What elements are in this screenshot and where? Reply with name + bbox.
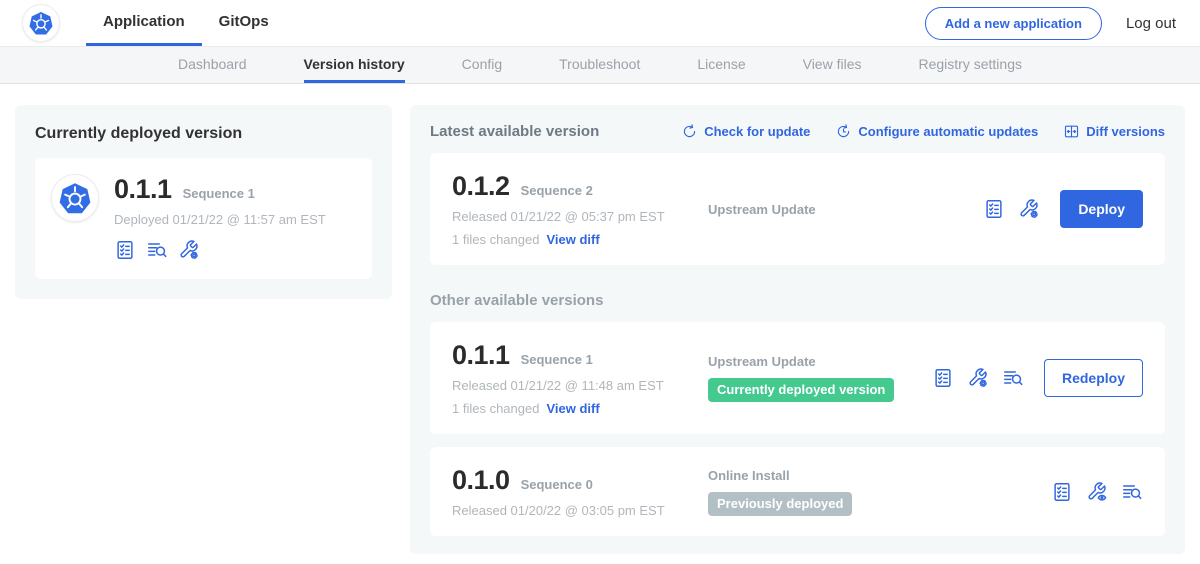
redeploy-button[interactable]: Redeploy	[1044, 359, 1143, 397]
tab-license[interactable]: License	[697, 47, 745, 83]
deployed-sequence-label: Sequence 1	[183, 186, 255, 201]
released-date: Released 01/20/22 @ 03:05 pm EST	[452, 503, 708, 518]
version-number: 0.1.2	[452, 171, 510, 202]
diff-versions-label: Diff versions	[1086, 124, 1165, 139]
currently-deployed-panel: Currently deployed version 0.1.1 Sequenc…	[15, 105, 392, 299]
check-for-update-label: Check for update	[704, 124, 810, 139]
version-card-0-1-0: 0.1.0 Sequence 0 Released 01/20/22 @ 03:…	[430, 447, 1165, 536]
edit-config-icon[interactable]	[1018, 198, 1040, 220]
sequence-label: Sequence 2	[521, 183, 593, 198]
deployed-date: Deployed 01/21/22 @ 11:57 am EST	[114, 212, 326, 227]
preflight-checks-icon[interactable]	[983, 198, 1005, 220]
diff-versions-link[interactable]: Diff versions	[1063, 123, 1165, 140]
version-source-label: Upstream Update	[708, 202, 983, 217]
app-logo	[51, 174, 99, 222]
currently-deployed-badge: Currently deployed version	[708, 378, 894, 402]
configure-automatic-updates-link[interactable]: Configure automatic updates	[835, 123, 1038, 140]
deploy-button[interactable]: Deploy	[1060, 190, 1143, 228]
top-navbar: Application GitOps Add a new application…	[0, 0, 1200, 47]
tab-dashboard[interactable]: Dashboard	[178, 47, 247, 83]
deployed-panel-title: Currently deployed version	[35, 125, 372, 143]
tab-version-history[interactable]: Version history	[304, 47, 405, 83]
view-diff-link[interactable]: View diff	[546, 232, 599, 247]
files-changed-label: 1 files changed	[452, 401, 539, 416]
released-date: Released 01/21/22 @ 05:37 pm EST	[452, 209, 708, 224]
preflight-checks-icon[interactable]	[932, 367, 954, 389]
auto-update-icon	[835, 123, 852, 140]
deployed-version-number: 0.1.1	[114, 174, 172, 205]
version-number: 0.1.1	[452, 340, 510, 371]
deploy-logs-icon[interactable]	[1121, 481, 1143, 503]
view-config-icon[interactable]	[1086, 481, 1108, 503]
configure-automatic-updates-label: Configure automatic updates	[858, 124, 1038, 139]
edit-config-icon[interactable]	[178, 239, 200, 261]
previously-deployed-badge: Previously deployed	[708, 492, 852, 516]
files-changed-label: 1 files changed	[452, 232, 539, 247]
diff-icon	[1063, 123, 1080, 140]
version-number: 0.1.0	[452, 465, 510, 496]
version-card-0-1-2: 0.1.2 Sequence 2 Released 01/21/22 @ 05:…	[430, 153, 1165, 265]
tab-view-files[interactable]: View files	[803, 47, 862, 83]
kubernetes-logo	[22, 4, 60, 42]
tab-registry-settings[interactable]: Registry settings	[919, 47, 1022, 83]
view-diff-link[interactable]: View diff	[546, 401, 599, 416]
logout-button[interactable]: Log out	[1126, 15, 1176, 32]
version-history-panel: Latest available version Check for updat…	[410, 105, 1185, 554]
deploy-logs-icon[interactable]	[1002, 367, 1024, 389]
deployed-version-card: 0.1.1 Sequence 1 Deployed 01/21/22 @ 11:…	[35, 158, 372, 279]
released-date: Released 01/21/22 @ 11:48 am EST	[452, 378, 708, 393]
tab-config[interactable]: Config	[462, 47, 502, 83]
version-card-0-1-1: 0.1.1 Sequence 1 Released 01/21/22 @ 11:…	[430, 322, 1165, 434]
edit-config-icon[interactable]	[967, 367, 989, 389]
latest-version-title: Latest available version	[430, 123, 599, 140]
deploy-logs-icon[interactable]	[146, 239, 168, 261]
app-subnav: Dashboard Version history Config Trouble…	[0, 47, 1200, 84]
nav-tab-gitops-label: GitOps	[219, 13, 269, 30]
nav-tab-gitops[interactable]: GitOps	[202, 0, 286, 46]
version-source-label: Upstream Update	[708, 354, 932, 369]
nav-tab-application-label: Application	[103, 13, 185, 30]
preflight-checks-icon[interactable]	[1051, 481, 1073, 503]
add-application-button[interactable]: Add a new application	[925, 7, 1102, 40]
check-for-update-link[interactable]: Check for update	[681, 123, 810, 140]
version-source-label: Online Install	[708, 468, 1051, 483]
nav-tab-application[interactable]: Application	[86, 0, 202, 46]
tab-troubleshoot[interactable]: Troubleshoot	[559, 47, 640, 83]
sequence-label: Sequence 1	[521, 352, 593, 367]
refresh-icon	[681, 123, 698, 140]
other-versions-title: Other available versions	[430, 292, 1165, 309]
preflight-checks-icon[interactable]	[114, 239, 136, 261]
sequence-label: Sequence 0	[521, 477, 593, 492]
